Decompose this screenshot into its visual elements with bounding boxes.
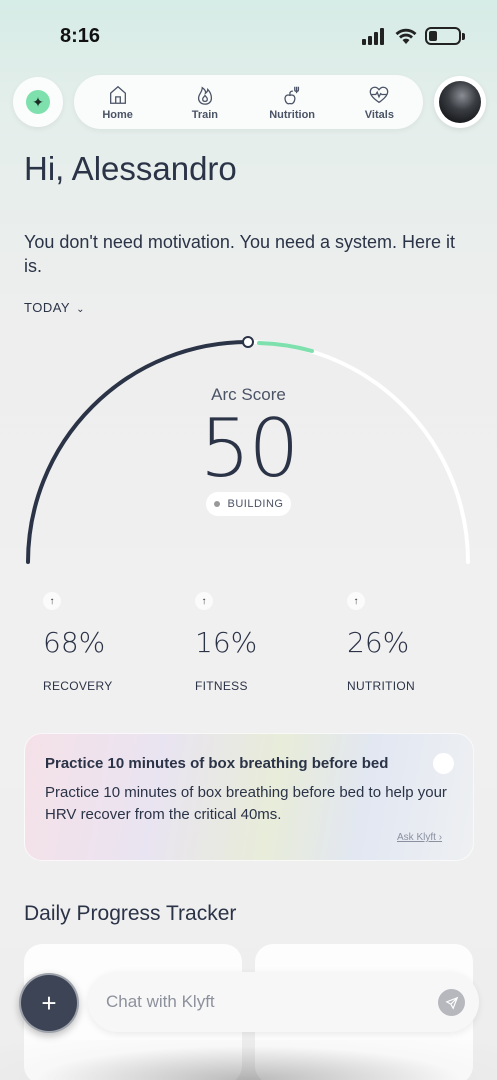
app-logo-button[interactable]: ✦: [13, 77, 63, 127]
add-button[interactable]: +: [19, 973, 79, 1033]
chevron-right-icon: ›: [438, 832, 443, 843]
flame-icon: [197, 85, 212, 105]
greeting-title: Hi, Alessandro: [24, 150, 237, 187]
chevron-down-icon: ⌄: [76, 304, 85, 315]
nav-nutrition-label: Nutrition: [269, 108, 316, 121]
period-label: TODAY: [24, 300, 71, 315]
gauge-marker: [242, 336, 254, 348]
score-value: 50: [199, 402, 300, 495]
status-bar: 8:16: [0, 0, 497, 70]
nav-nutrition[interactable]: Nutrition: [249, 75, 336, 129]
ask-klyft-link[interactable]: Ask Klyft ›: [397, 832, 442, 843]
avatar: [439, 81, 481, 123]
profile-avatar-button[interactable]: [434, 76, 486, 128]
stat-nutrition[interactable]: ↑ 26% NUTRITION: [347, 592, 477, 693]
gauge-accent-arc: [257, 341, 314, 353]
tip-title: Practice 10 minutes of box breathing bef…: [45, 755, 389, 772]
plus-icon: +: [41, 987, 57, 1018]
stat-recovery[interactable]: ↑ 68% RECOVERY: [43, 592, 173, 693]
top-nav: Home Train Nutrition Vitals: [74, 75, 423, 129]
tracker-title: Daily Progress Tracker: [24, 902, 237, 925]
tip-card[interactable]: Practice 10 minutes of box breathing bef…: [24, 733, 474, 861]
home-icon: [109, 85, 126, 104]
chat-bar: [88, 972, 479, 1032]
stat-label: FITNESS: [195, 679, 248, 693]
tip-checkbox[interactable]: [433, 753, 454, 774]
status-badge-label: BUILDING: [227, 498, 284, 510]
status-dot: [213, 501, 220, 507]
ask-klyft-label: Ask Klyft: [397, 832, 436, 843]
stat-label: RECOVERY: [43, 679, 113, 693]
nav-vitals[interactable]: Vitals: [336, 75, 423, 129]
wifi-icon: [395, 28, 417, 44]
stat-value: 68%: [43, 626, 106, 659]
arrow-up-icon: ↑: [43, 592, 61, 610]
nutrition-icon: [284, 86, 300, 104]
nav-train-label: Train: [191, 108, 219, 121]
chat-input[interactable]: [106, 972, 406, 1032]
send-button[interactable]: [438, 989, 465, 1016]
arrow-up-icon: ↑: [195, 592, 213, 610]
status-badge: BUILDING: [206, 492, 291, 516]
nav-vitals-label: Vitals: [364, 108, 394, 121]
battery-icon: [425, 27, 465, 45]
nav-train[interactable]: Train: [161, 75, 248, 129]
signal-icon: [362, 28, 384, 45]
stat-value: 16%: [195, 626, 258, 659]
period-selector[interactable]: TODAY ⌄: [24, 300, 85, 315]
stat-value: 26%: [347, 626, 410, 659]
stat-label: NUTRITION: [347, 679, 416, 693]
sparkle-icon: ✦: [26, 90, 50, 114]
stat-fitness[interactable]: ↑ 16% FITNESS: [195, 592, 325, 693]
heart-pulse-icon: [370, 86, 389, 103]
motto-text: You don't need motivation. You need a sy…: [24, 232, 456, 276]
nav-home-label: Home: [102, 108, 133, 121]
arrow-up-icon: ↑: [347, 592, 365, 610]
send-icon: [444, 996, 458, 1010]
bottom-shade: [0, 1040, 497, 1080]
tip-body: Practice 10 minutes of box breathing bef…: [45, 784, 447, 823]
status-time: 8:16: [60, 25, 101, 47]
nav-home[interactable]: Home: [74, 75, 161, 129]
